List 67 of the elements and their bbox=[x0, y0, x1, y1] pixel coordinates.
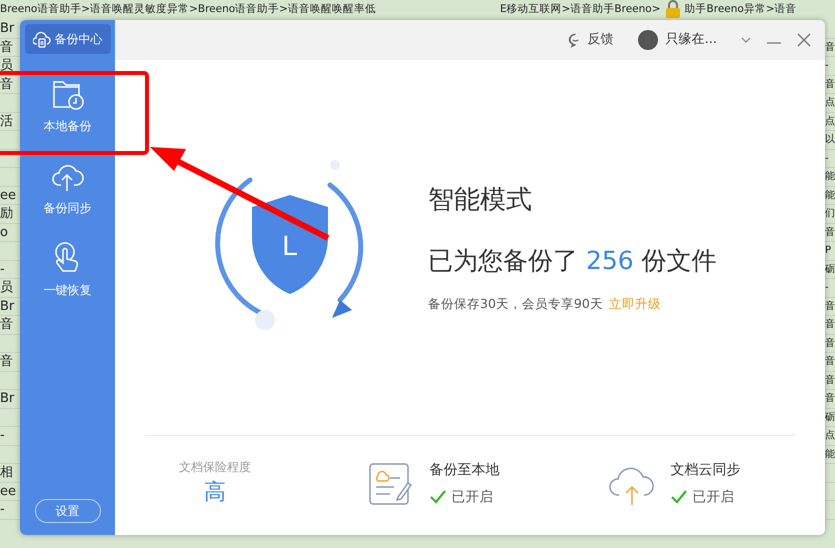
cloud-document-icon bbox=[32, 30, 50, 48]
mode-title: 智能模式 bbox=[428, 184, 533, 217]
caret-icon[interactable] bbox=[741, 36, 751, 44]
background-text: 音 bbox=[825, 40, 835, 54]
background-text: - bbox=[0, 427, 6, 444]
background-text: 音 bbox=[0, 316, 14, 334]
background-text: 相 bbox=[0, 464, 14, 482]
background-text: 点 bbox=[825, 96, 835, 110]
level-label: 文档保险程度 bbox=[178, 459, 252, 476]
level-value: 高 bbox=[203, 479, 227, 507]
background-text: 能 bbox=[825, 188, 835, 202]
background-text: Breeno语音助手>语音唤醒灵敏度异常>Breeno语音助手>语音唤醒唤醒率低 bbox=[0, 2, 377, 17]
close-icon[interactable] bbox=[797, 33, 811, 47]
background-text: 音 bbox=[0, 76, 14, 93]
background-text: 助手Breeno异常>语音 bbox=[684, 2, 797, 17]
background-text: 员 bbox=[0, 279, 14, 296]
background-text: 员 bbox=[0, 57, 14, 74]
sidebar-item[interactable]: 备份同步 bbox=[38, 158, 98, 218]
backup-summary: 已为您备份了 256 份文件 bbox=[428, 244, 717, 277]
sidebar-item[interactable]: 本地备份 bbox=[38, 76, 98, 136]
background-text: 音 bbox=[825, 392, 835, 406]
retention-note: 备份保存30天，会员专享90天 立即升级 bbox=[428, 295, 662, 314]
background-text: - bbox=[825, 152, 830, 166]
background-text: 音 bbox=[825, 318, 835, 332]
background-text: 音 bbox=[0, 353, 14, 370]
background-text: o bbox=[0, 224, 9, 241]
settings-button[interactable]: 设置 bbox=[34, 499, 100, 523]
background-text: 砺 bbox=[825, 410, 835, 424]
background-text: 音 bbox=[825, 78, 835, 92]
background-text: - bbox=[0, 260, 6, 278]
background-text: 以 bbox=[825, 132, 835, 147]
background-text: 能 bbox=[825, 448, 835, 462]
background-text: 音 bbox=[825, 354, 835, 369]
background-text: 音 bbox=[825, 300, 835, 314]
background-text: 能 bbox=[825, 170, 835, 184]
upgrade-link[interactable]: 立即升级 bbox=[608, 296, 661, 312]
shield-drawing: L bbox=[210, 155, 370, 340]
background-text: 音 bbox=[0, 38, 14, 56]
feature-status: 已开启 bbox=[452, 488, 494, 507]
background-text: 们 bbox=[825, 207, 835, 221]
background-text: Br bbox=[0, 390, 16, 408]
background-text: ee bbox=[0, 186, 17, 204]
background-text: E移动互联网>语音助手Breeno> bbox=[500, 2, 661, 17]
background-text: Br bbox=[0, 20, 16, 38]
sidebar-item[interactable]: 一键恢复 bbox=[38, 240, 98, 300]
background-text: 音 bbox=[825, 374, 835, 388]
lock-icon bbox=[664, 0, 681, 18]
background-text: - bbox=[0, 501, 6, 518]
background-text: 励 bbox=[0, 205, 14, 222]
background-text: 音 bbox=[825, 336, 835, 350]
feature-status: 已开启 bbox=[692, 488, 734, 507]
background-text: 音 bbox=[825, 226, 835, 240]
background-text: 点 bbox=[825, 428, 835, 443]
background-text: 点 bbox=[825, 114, 835, 128]
user-name: 只缘在... bbox=[666, 31, 717, 50]
background-text: - bbox=[825, 59, 830, 73]
background-text: 砺 bbox=[825, 262, 835, 276]
background-text: 活 bbox=[0, 112, 14, 130]
avatar bbox=[638, 30, 658, 50]
backup-center-button[interactable]: 备份中心 bbox=[24, 24, 110, 54]
background-text: - bbox=[825, 281, 830, 295]
background-text: P bbox=[825, 244, 832, 258]
feature-title: 文档云同步 bbox=[670, 460, 740, 480]
background-text: Br bbox=[0, 298, 16, 315]
background-text: ee bbox=[0, 482, 17, 500]
feature-title: 备份至本地 bbox=[430, 460, 500, 480]
feedback-button[interactable]: 反馈 bbox=[568, 30, 614, 50]
